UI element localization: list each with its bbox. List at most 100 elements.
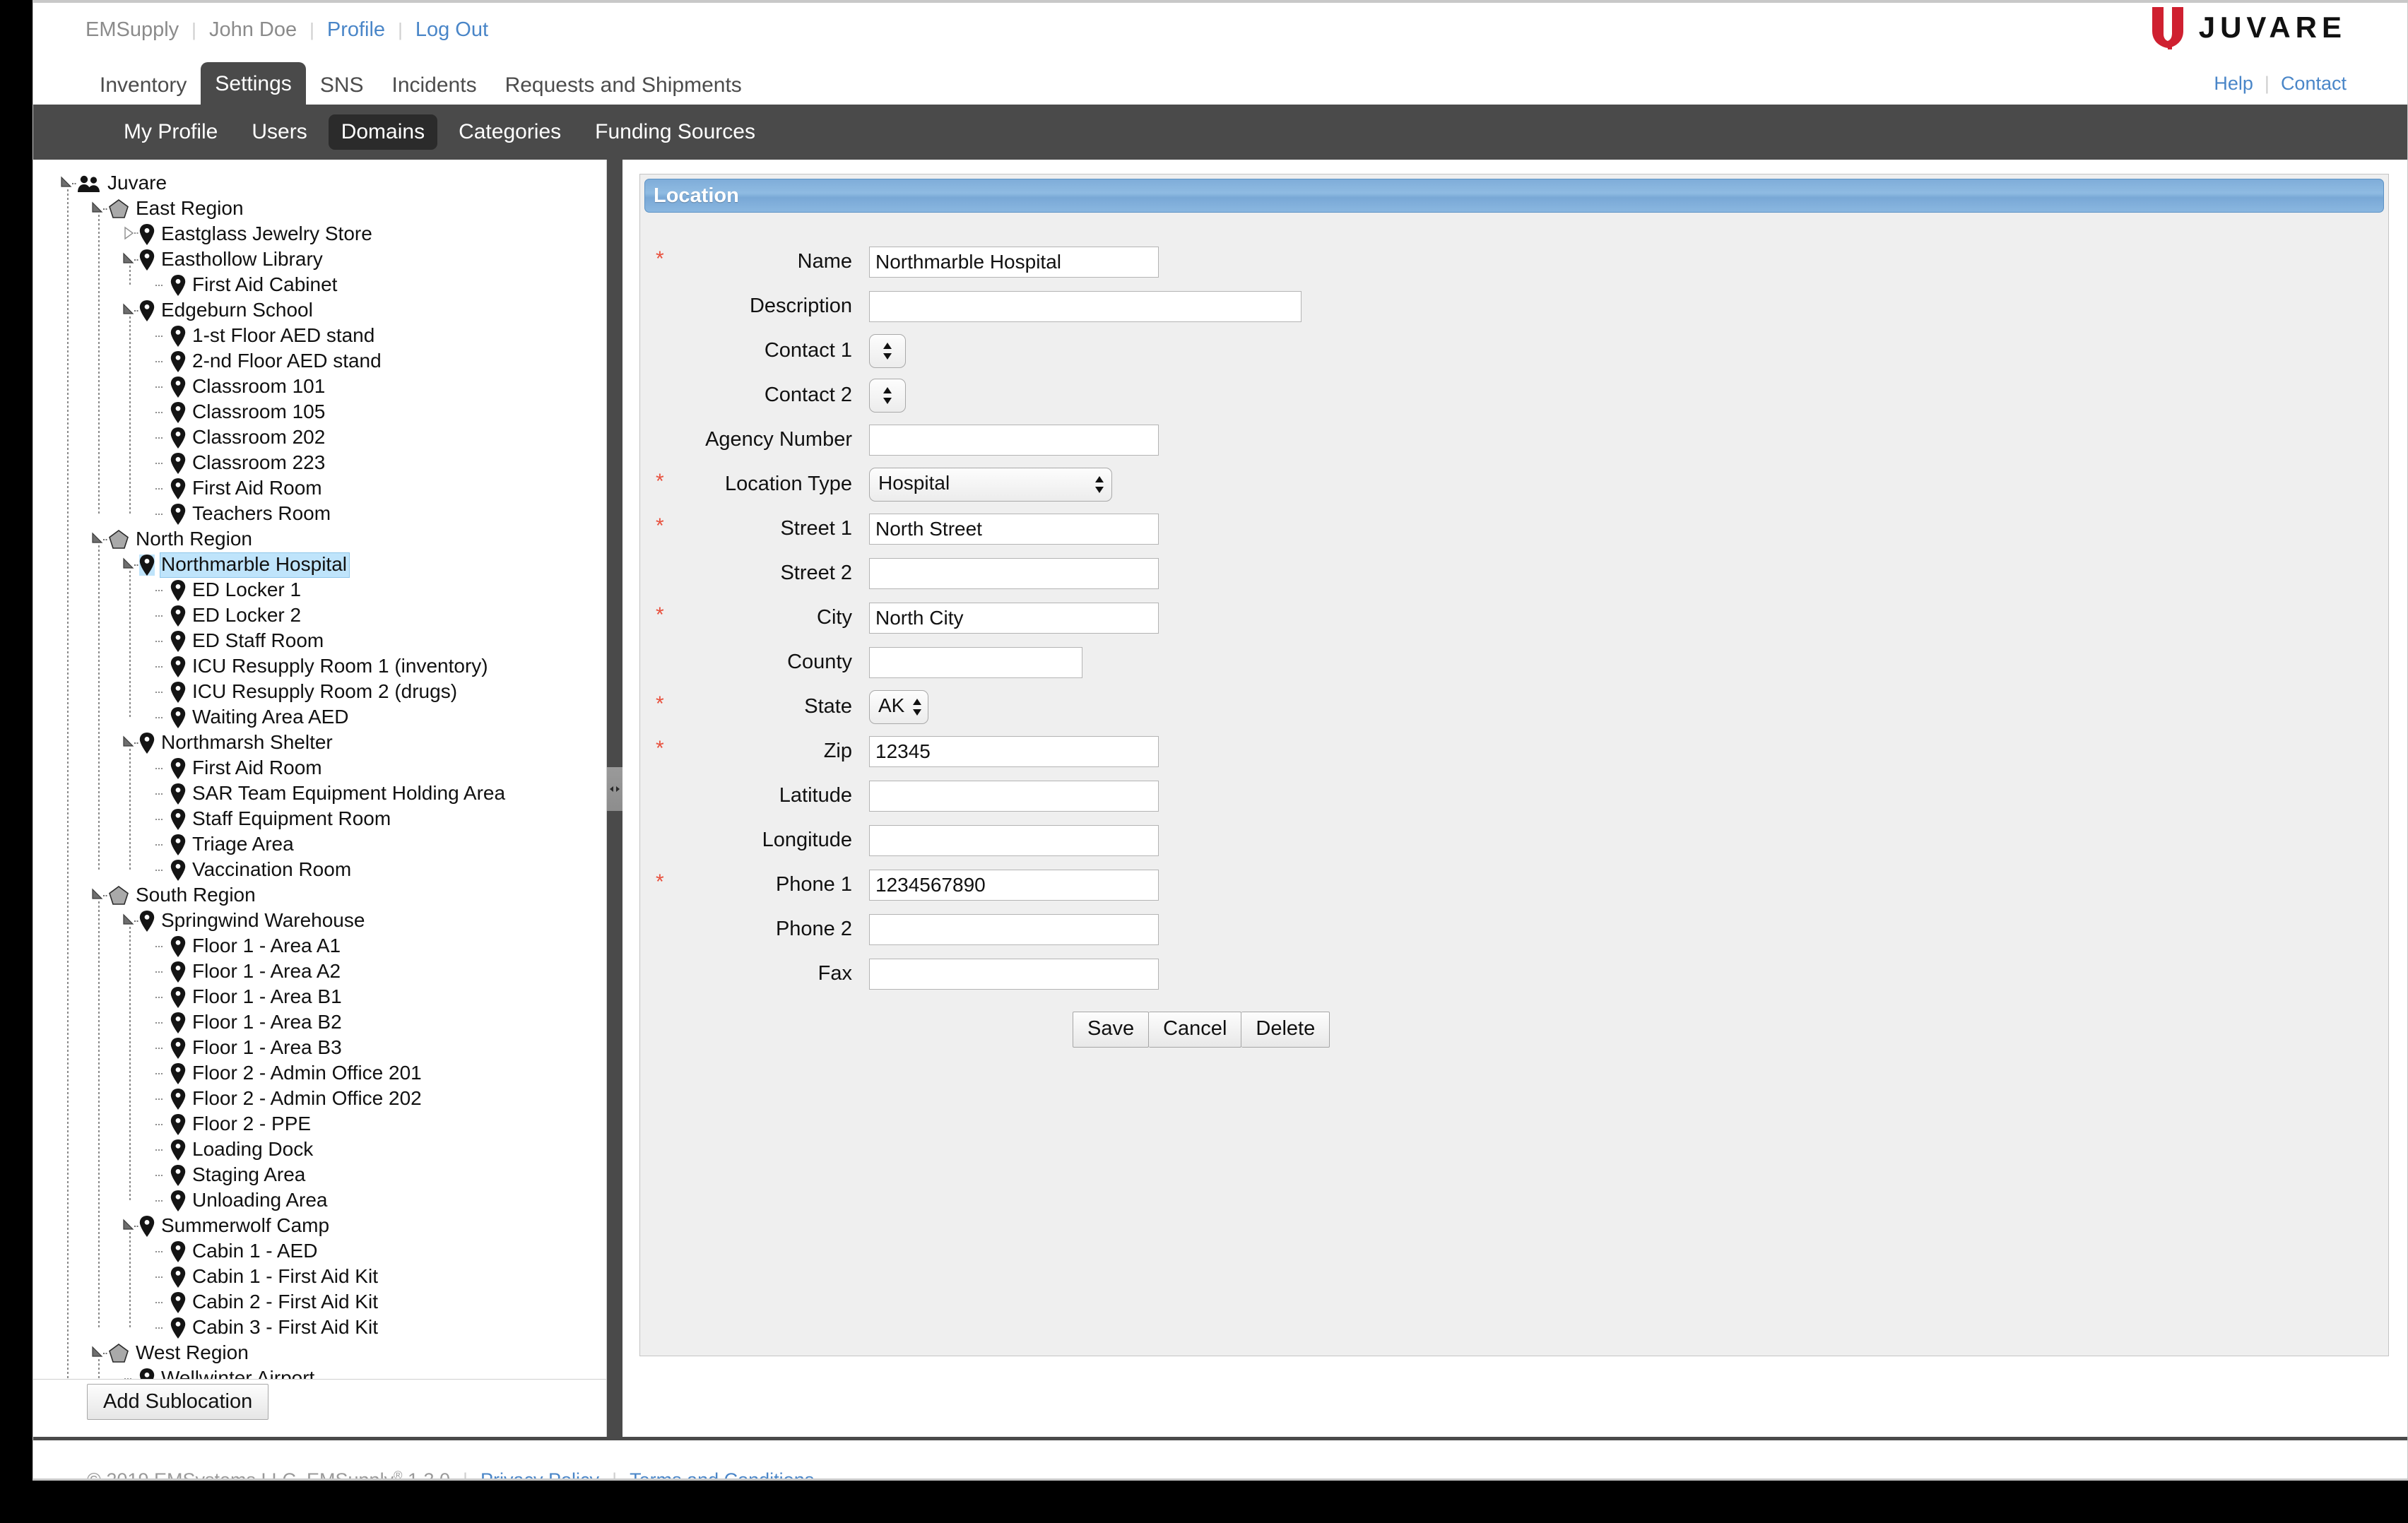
name-input[interactable] bbox=[869, 246, 1159, 278]
tree-connector bbox=[152, 1141, 170, 1159]
tab-domains[interactable]: Domains bbox=[328, 114, 438, 150]
tab-funding-sources[interactable]: Funding Sources bbox=[582, 114, 768, 150]
tree-node[interactable]: Staging Area bbox=[33, 1163, 606, 1188]
tree-node[interactable]: Cabin 1 - First Aid Kit bbox=[33, 1264, 606, 1290]
tree-node[interactable]: Cabin 3 - First Aid Kit bbox=[33, 1315, 606, 1341]
tree-connector bbox=[152, 683, 170, 701]
tree-node[interactable]: Waiting Area AED bbox=[33, 705, 606, 730]
tree-node[interactable]: Floor 1 - Area B1 bbox=[33, 985, 606, 1010]
tab-categories[interactable]: Categories bbox=[446, 114, 574, 150]
tree-node[interactable]: Classroom 105 bbox=[33, 400, 606, 425]
street1-input[interactable] bbox=[869, 513, 1159, 545]
logout-link[interactable]: Log Out bbox=[415, 18, 488, 42]
longitude-input[interactable] bbox=[869, 824, 1159, 856]
tab-users[interactable]: Users bbox=[239, 114, 319, 150]
tree-node-selected[interactable]: Northmarble Hospital bbox=[33, 552, 606, 578]
nav-item-settings[interactable]: Settings bbox=[201, 62, 306, 105]
help-link[interactable]: Help bbox=[2214, 73, 2253, 95]
contact2-select[interactable] bbox=[869, 378, 906, 413]
tree-node-label: North Region bbox=[136, 528, 252, 550]
tree-node[interactable]: Floor 1 - Area B2 bbox=[33, 1010, 606, 1036]
tree-node[interactable]: Wellwinter Airport bbox=[33, 1366, 606, 1380]
privacy-policy-link[interactable]: Privacy Policy bbox=[480, 1469, 599, 1479]
tree-node[interactable]: Summerwolf Camp bbox=[33, 1214, 606, 1239]
pentagon-icon bbox=[108, 198, 129, 220]
tree-node[interactable]: First Aid Room bbox=[33, 756, 606, 781]
tab-my-profile[interactable]: My Profile bbox=[111, 114, 230, 150]
tree-node[interactable]: 2-nd Floor AED stand bbox=[33, 349, 606, 374]
contact-link[interactable]: Contact bbox=[2281, 73, 2347, 95]
tree-node[interactable]: Triage Area bbox=[33, 832, 606, 858]
delete-button[interactable]: Delete bbox=[1241, 1012, 1330, 1048]
tree-node[interactable]: Cabin 2 - First Aid Kit bbox=[33, 1290, 606, 1315]
location-type-select[interactable]: Hospital bbox=[869, 467, 1112, 502]
tree-node[interactable]: Northmarsh Shelter bbox=[33, 730, 606, 756]
tree-node[interactable]: Floor 2 - Admin Office 201 bbox=[33, 1061, 606, 1086]
tree-node[interactable]: Floor 1 - Area A1 bbox=[33, 934, 606, 959]
tree-node[interactable]: Classroom 223 bbox=[33, 451, 606, 476]
city-input[interactable] bbox=[869, 602, 1159, 634]
tree-node[interactable]: Floor 2 - PPE bbox=[33, 1112, 606, 1137]
tree-node[interactable]: 1-st Floor AED stand bbox=[33, 324, 606, 349]
nav-item-incidents[interactable]: Incidents bbox=[378, 65, 491, 105]
tree-node[interactable]: Eastglass Jewelry Store bbox=[33, 222, 606, 247]
tree-node[interactable]: Classroom 101 bbox=[33, 374, 606, 400]
description-input[interactable] bbox=[869, 290, 1302, 322]
contact1-select[interactable] bbox=[869, 333, 906, 368]
tree-leaf-connector-icon bbox=[155, 615, 163, 617]
tree-node[interactable]: Floor 1 - Area A2 bbox=[33, 959, 606, 985]
tree-node[interactable]: North Region bbox=[33, 527, 606, 552]
tree-node[interactable]: ED Staff Room bbox=[33, 629, 606, 654]
tree-node[interactable]: South Region bbox=[33, 883, 606, 908]
tree-node[interactable]: First Aid Cabinet bbox=[33, 273, 606, 298]
add-sublocation-button[interactable]: Add Sublocation bbox=[87, 1384, 269, 1420]
tree-node[interactable]: West Region bbox=[33, 1341, 606, 1366]
tree-node-label: 1-st Floor AED stand bbox=[192, 324, 375, 346]
tree-node-label: East Region bbox=[136, 197, 244, 219]
tree-node[interactable]: Teachers Room bbox=[33, 502, 606, 527]
location-tree-scroll[interactable]: Juvare East Region Eastglass Jewelry Store… bbox=[33, 160, 606, 1380]
tree-node[interactable]: First Aid Room bbox=[33, 476, 606, 502]
tree-node[interactable]: Springwind Warehouse bbox=[33, 908, 606, 934]
tree-node[interactable]: East Region bbox=[33, 196, 606, 222]
nav-item-inventory[interactable]: Inventory bbox=[85, 65, 201, 105]
profile-link[interactable]: Profile bbox=[327, 18, 385, 42]
pane-splitter[interactable] bbox=[607, 160, 622, 1437]
tree-node[interactable]: ED Locker 2 bbox=[33, 603, 606, 629]
tree-node[interactable]: Classroom 202 bbox=[33, 425, 606, 451]
tree-node[interactable]: Easthollow Library bbox=[33, 247, 606, 273]
divider: | bbox=[309, 18, 314, 40]
tree-node[interactable]: ED Locker 1 bbox=[33, 578, 606, 603]
street2-input[interactable] bbox=[869, 557, 1159, 589]
tree-node-label: Staging Area bbox=[192, 1163, 306, 1185]
county-input[interactable] bbox=[869, 646, 1082, 678]
phone1-label: Phone 1 bbox=[775, 873, 852, 896]
nav-item-requests-and-shipments[interactable]: Requests and Shipments bbox=[491, 65, 756, 105]
phone2-input[interactable] bbox=[869, 913, 1159, 945]
terms-and-conditions-link[interactable]: Terms and Conditions bbox=[630, 1469, 814, 1479]
tree-node[interactable]: Staff Equipment Room bbox=[33, 807, 606, 832]
zip-input[interactable] bbox=[869, 735, 1159, 767]
tree-node[interactable]: Cabin 1 - AED bbox=[33, 1239, 606, 1264]
tree-node[interactable]: Vaccination Room bbox=[33, 858, 606, 883]
expand-toggle[interactable] bbox=[121, 225, 139, 244]
tree-node[interactable]: Floor 2 - Admin Office 202 bbox=[33, 1086, 606, 1112]
save-button[interactable]: Save bbox=[1073, 1012, 1150, 1048]
phone1-input[interactable] bbox=[869, 869, 1159, 901]
tree-node[interactable]: Juvare bbox=[33, 171, 606, 196]
tree-node[interactable]: SAR Team Equipment Holding Area bbox=[33, 781, 606, 807]
tree-node[interactable]: ICU Resupply Room 2 (drugs) bbox=[33, 680, 606, 705]
tree-node[interactable]: Unloading Area bbox=[33, 1188, 606, 1214]
latitude-input[interactable] bbox=[869, 780, 1159, 812]
state-select[interactable]: AK bbox=[869, 689, 928, 724]
nav-item-sns[interactable]: SNS bbox=[306, 65, 378, 105]
agency-number-input[interactable] bbox=[869, 424, 1159, 456]
tree-node[interactable]: Loading Dock bbox=[33, 1137, 606, 1163]
fax-input[interactable] bbox=[869, 958, 1159, 990]
expand-toggle-icon[interactable] bbox=[121, 225, 139, 244]
cancel-button[interactable]: Cancel bbox=[1149, 1012, 1242, 1048]
splitter-grip[interactable] bbox=[607, 767, 622, 811]
tree-node[interactable]: Edgeburn School bbox=[33, 298, 606, 324]
tree-node[interactable]: Floor 1 - Area B3 bbox=[33, 1036, 606, 1061]
tree-node[interactable]: ICU Resupply Room 1 (inventory) bbox=[33, 654, 606, 680]
